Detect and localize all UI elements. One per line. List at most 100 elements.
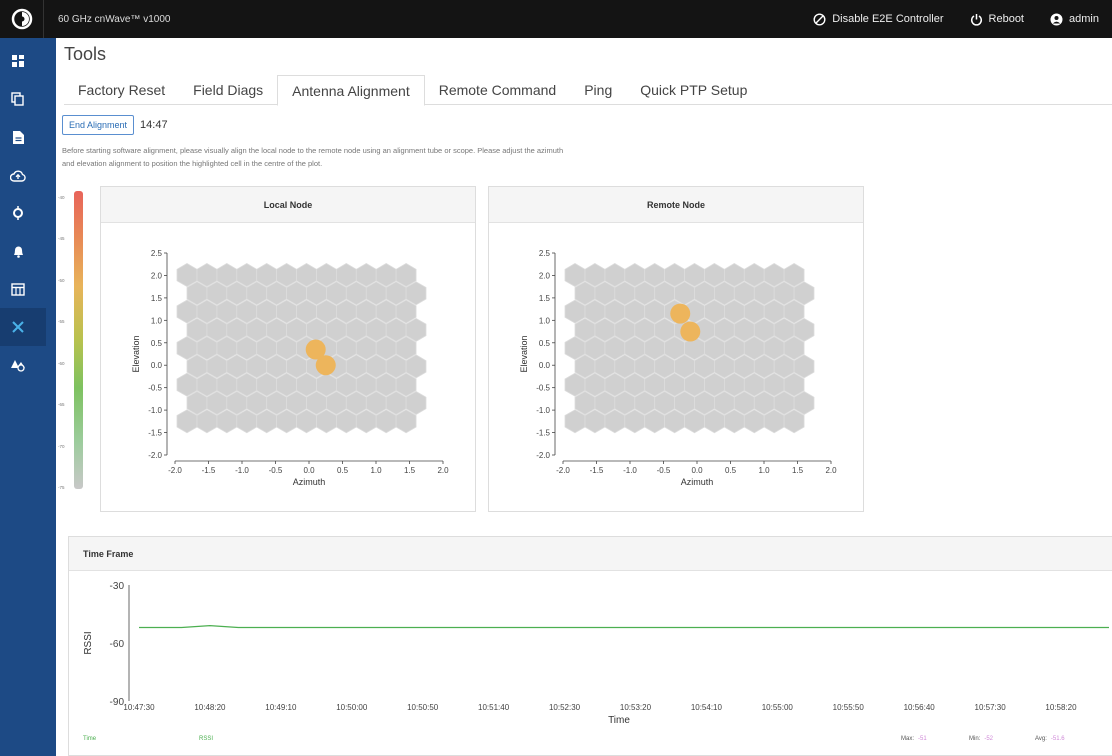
x-tick-label: 1.0 xyxy=(370,466,382,475)
color-scale-label: -70 xyxy=(58,443,65,449)
sidebar-item-tools[interactable] xyxy=(0,308,46,346)
hex-cell xyxy=(216,409,238,434)
grid-icon xyxy=(12,55,24,67)
top-bar: 60 GHz cnWave™ v1000 Disable E2E Control… xyxy=(0,0,1112,38)
logo xyxy=(0,0,44,38)
time-tick-label: 10:48:20 xyxy=(194,703,226,712)
x-tick-label: 0.0 xyxy=(691,466,703,475)
alignment-timer: 14:47 xyxy=(140,119,168,131)
y-tick-label: 0.0 xyxy=(539,361,551,370)
hex-cell xyxy=(256,409,278,434)
rssi-line xyxy=(139,624,1109,629)
instructions-line-2: and elevation alignment to position the … xyxy=(62,159,323,168)
y-axis-title: Elevation xyxy=(519,335,529,372)
color-scale-label: -40 xyxy=(58,195,65,200)
disable-e2e-button[interactable]: Disable E2E Controller xyxy=(813,12,944,26)
reboot-button[interactable]: Reboot xyxy=(970,13,1024,26)
y-tick-label: -1.5 xyxy=(148,429,162,438)
hex-cell xyxy=(644,409,666,434)
y-tick-label: 1.5 xyxy=(151,294,163,303)
user-name: admin xyxy=(1069,13,1099,25)
stat-max-label: Max: xyxy=(901,736,915,742)
bell-icon xyxy=(13,246,23,258)
tab-field-diags[interactable]: Field Diags xyxy=(179,75,277,105)
color-scale-label: -75 xyxy=(58,485,65,490)
y-tick-label: 1.0 xyxy=(151,316,163,325)
hex-cell xyxy=(783,409,805,434)
x-tick-label: 2.0 xyxy=(437,466,449,475)
y-tick-label: 0.5 xyxy=(539,339,551,348)
tools-icon xyxy=(12,321,24,333)
local-node-title: Local Node xyxy=(101,187,475,223)
remote-node-title: Remote Node xyxy=(489,187,863,223)
rssi-time-chart: -30 -60 -90 10:47:30 10:48:20 10:49:10 10:50:0… xyxy=(83,581,1109,726)
tab-bar: Factory Reset Field Diags Antenna Alignm… xyxy=(64,75,1112,106)
x-tick-label: 1.5 xyxy=(404,466,416,475)
time-tick-label: 10:52:30 xyxy=(549,703,581,712)
time-tick-label: 10:50:50 xyxy=(407,703,439,712)
sidebar-item-settings[interactable] xyxy=(0,346,46,384)
sidebar-item-copy[interactable] xyxy=(0,80,46,118)
hex-cell xyxy=(316,409,337,434)
hex-cell xyxy=(355,409,377,434)
rssi-color-scale xyxy=(74,191,83,489)
x-tick-label: -0.5 xyxy=(269,466,283,475)
main-content: Tools Factory Reset Field Diags Antenna … xyxy=(56,38,1112,756)
y-tick-label: 0.5 xyxy=(151,339,163,348)
rssi-y-tick-label: -30 xyxy=(110,581,125,592)
instructions: Before starting software alignment, plea… xyxy=(62,144,782,170)
y-tick-label: -1.5 xyxy=(536,429,550,438)
stat-avg: Avg: -51.6 xyxy=(1035,736,1065,742)
rssi-y-tick-label: -90 xyxy=(110,697,125,708)
stat-max: Max: -51 xyxy=(901,736,927,742)
sidebar-item-dashboard[interactable] xyxy=(0,42,46,80)
stat-min-label: Min: xyxy=(969,736,981,742)
time-tick-label: 10:49:10 xyxy=(265,703,297,712)
time-frame-title: Time Frame xyxy=(69,537,1112,571)
stat-min: Min: -52 xyxy=(969,736,993,742)
time-frame-panel: Time Frame -30 -60 -90 10:47:30 10:48:20 10:4… xyxy=(68,536,1112,756)
tab-quick-ptp-setup[interactable]: Quick PTP Setup xyxy=(626,75,761,105)
sidebar-item-alarms[interactable] xyxy=(0,232,46,270)
tab-ping[interactable]: Ping xyxy=(570,75,626,105)
hex-cell xyxy=(236,409,258,434)
time-tick-label: 10:55:50 xyxy=(833,703,865,712)
x-tick-label: -1.5 xyxy=(590,466,604,475)
hex-cell xyxy=(664,409,686,434)
logo-icon xyxy=(11,8,32,30)
local-node-panel: Local Node 2.5 2.0 1.5 1.0 0.5 0.0 -0.5 -1.0 -1.… xyxy=(100,186,476,512)
stat-min-value: -52 xyxy=(984,736,994,742)
hex-cell xyxy=(395,409,417,434)
tab-antenna-alignment[interactable]: Antenna Alignment xyxy=(277,75,425,106)
stat-max-value: -51 xyxy=(918,736,927,742)
x-tick-label: -1.0 xyxy=(235,466,249,475)
tab-remote-command[interactable]: Remote Command xyxy=(425,75,571,105)
hex-cell xyxy=(176,409,198,434)
hex-cell xyxy=(196,409,218,434)
sidebar-item-table[interactable] xyxy=(0,270,46,308)
cloud-upload-icon xyxy=(10,170,26,182)
hex-cell xyxy=(624,409,646,434)
x-tick-label: 0.5 xyxy=(337,466,349,475)
y-tick-label: 2.5 xyxy=(539,249,551,258)
remote-node-hex-plot: 2.5 2.0 1.5 1.0 0.5 0.0 -0.5 -1.0 -1.5 -2.0 -2.0 -1… xyxy=(519,249,837,487)
y-tick-label: 1.5 xyxy=(539,294,551,303)
y-tick-label: 1.0 xyxy=(539,316,551,325)
hex-grid xyxy=(564,263,815,434)
color-scale-label: -60 xyxy=(58,360,65,366)
remote-node-panel: Remote Node 2.5 2.0 1.5 1.0 0.5 0.0 -0.5 -1.0 -1… xyxy=(488,186,864,512)
user-menu[interactable]: admin xyxy=(1050,13,1112,26)
y-axis-title: Elevation xyxy=(131,335,141,372)
sidebar-item-network[interactable] xyxy=(0,194,46,232)
ban-icon xyxy=(813,12,826,26)
end-alignment-button[interactable]: End Alignment xyxy=(62,115,135,135)
sidebar-item-upload[interactable] xyxy=(0,156,46,194)
color-scale-label: -50 xyxy=(58,277,65,283)
x-tick-label: -1.5 xyxy=(202,466,216,475)
color-scale-label: -45 xyxy=(58,236,65,242)
sidebar-item-document[interactable] xyxy=(0,118,46,156)
tab-factory-reset[interactable]: Factory Reset xyxy=(64,75,179,105)
instructions-line-1: Before starting software alignment, plea… xyxy=(62,146,564,155)
sidebar xyxy=(0,38,56,756)
hex-cell xyxy=(296,409,317,434)
